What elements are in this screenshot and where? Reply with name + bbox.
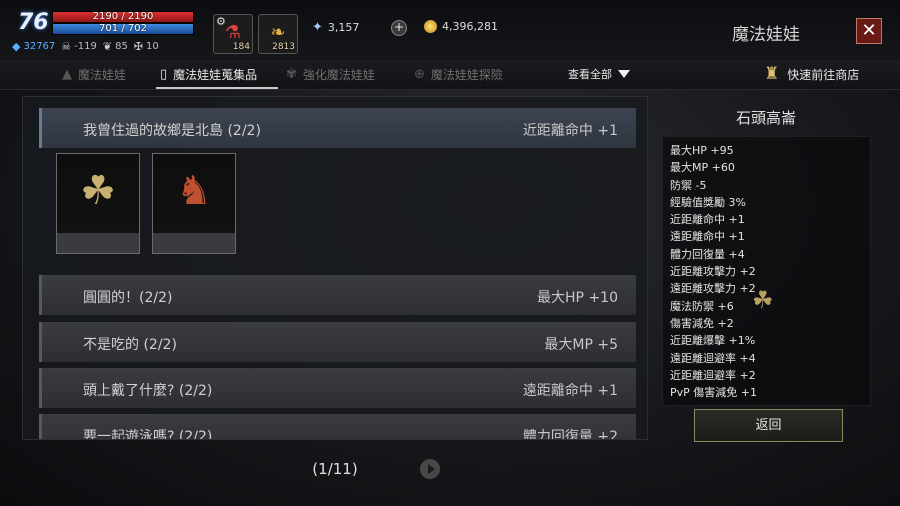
collection-title: 不是吃的 (2/2) <box>83 337 177 353</box>
hp-text: 2190 / 2190 <box>92 11 154 22</box>
detail-stat: 最大MP +60 <box>670 161 735 175</box>
tab-label: 魔法娃娃 <box>78 68 127 82</box>
doll-card[interactable]: ☘ <box>56 153 140 254</box>
collection-row[interactable]: 不是吃的 (2/2) 最大MP +5 <box>39 322 636 362</box>
stat-skull: ☠ -119 <box>61 40 97 53</box>
crystal-icon: ◆ <box>12 40 21 53</box>
tab-doll-collection[interactable]: ▯ 魔法娃娃蒐集品 <box>160 66 257 83</box>
fox-doll-icon: ♞ <box>176 168 212 214</box>
collection-bonus: 體力回復量 +2 <box>522 429 618 440</box>
doll-card[interactable]: ♞ <box>152 153 236 254</box>
stat-wings-value: 85 <box>115 41 128 52</box>
potion-slot[interactable]: ⚙ ⚗ 184 <box>213 14 253 54</box>
page-indicator: (1/11) <box>312 460 358 478</box>
collection-icon: ▯ <box>160 67 168 82</box>
collection-title: 我曾住過的故鄉是北島 (2/2) <box>83 123 261 139</box>
tab-doll-exploration[interactable]: ⊕ 魔法娃娃探險 <box>414 66 503 83</box>
detail-stat: 近距離迴避率 +2 <box>670 368 756 382</box>
next-page-button[interactable] <box>420 459 440 479</box>
detail-stat: 近距離攻擊力 +2 <box>670 265 756 279</box>
add-currency-button[interactable]: + <box>391 20 407 36</box>
detail-stat: 防禦 -5 <box>670 178 707 192</box>
gold-currency: 4,396,281 <box>424 20 498 33</box>
collection-row[interactable]: 圓圓的！(2/2) 最大HP +10 <box>39 275 636 315</box>
collection-row[interactable]: 要一起遊泳嗎? (2/2) 體力回復量 +2 <box>39 414 636 440</box>
detail-stat: 經驗值獎勵 3% <box>670 195 746 209</box>
view-all-dropdown[interactable]: 查看全部 <box>568 66 630 82</box>
coin-icon <box>424 20 437 33</box>
hp-bar: 2190 / 2190 <box>52 11 194 23</box>
potion-count: 184 <box>232 42 250 52</box>
detail-stat: 體力回復量 +4 <box>670 247 745 261</box>
feather-count: 2813 <box>272 42 295 52</box>
stat-crossbones: ✠ 10 <box>134 40 159 53</box>
stat-crystal: ◆ 32767 <box>12 40 55 53</box>
shop-link-label: 快速前往商店 <box>787 67 860 82</box>
collection-title: 要一起遊泳嗎? (2/2) <box>83 429 213 440</box>
crystal-icon: ✦ <box>312 20 323 35</box>
collection-title: 頭上戴了什麼? (2/2) <box>83 383 213 399</box>
collection-bonus: 遠距離命中 +1 <box>522 383 618 399</box>
detail-title: 石頭高崙 <box>735 109 796 127</box>
tab-label: 強化魔法娃娃 <box>302 68 375 82</box>
stat-crystal-value: 32767 <box>23 41 56 52</box>
view-all-label: 查看全部 <box>568 68 612 81</box>
hat-icon: ▲ <box>62 67 72 82</box>
detail-stats: 最大HP +95 最大MP +60 防禦 -5 經驗值獎勵 3% 近距離命中 +… <box>662 136 871 406</box>
player-level: 76 <box>18 10 49 35</box>
tab-label: 魔法娃娃蒐集品 <box>173 68 258 82</box>
potion-icon: ⚗ <box>224 22 242 43</box>
detail-stat: 最大HP +95 <box>670 144 734 157</box>
back-button[interactable]: 返回 <box>694 409 843 442</box>
stone-golem-doll-icon: ☘ <box>752 286 774 314</box>
active-tab-indicator <box>156 87 278 89</box>
tab-magic-dolls[interactable]: ▲ 魔法娃娃 <box>62 66 126 83</box>
collection-bonus: 近距離命中 +1 <box>522 123 618 139</box>
detail-stat: 近距離命中 +1 <box>670 213 745 227</box>
detail-stat: 遠距離命中 +1 <box>670 230 745 244</box>
shop-bag-icon: ♜ <box>764 64 780 84</box>
collection-row[interactable]: 頭上戴了什麼? (2/2) 遠距離命中 +1 <box>39 368 636 408</box>
detail-stat: PvP 傷害減免 +1 <box>670 386 757 400</box>
collection-list: 我曾住過的故鄉是北島 (2/2) 近距離命中 +1 ☘ ♞ 圓圓的！(2/2) … <box>22 96 648 440</box>
detail-stat: 傷害減免 +2 <box>670 316 734 330</box>
stone-golem-doll-icon: ☘ <box>80 168 116 214</box>
collection-bonus: 最大HP +10 <box>537 290 618 306</box>
wings-icon: ❦ <box>102 40 113 53</box>
gold-amount: 4,396,281 <box>442 20 498 33</box>
crystal-amount: 3,157 <box>327 21 360 34</box>
player-stats: ◆ 32767 ☠ -119 ❦ 85 ✠ 10 <box>12 40 159 53</box>
collection-row[interactable]: 我曾住過的故鄉是北島 (2/2) 近距離命中 +1 <box>39 108 636 148</box>
enhance-icon: ✾ <box>286 67 297 82</box>
tab-label: 魔法娃娃探險 <box>430 68 503 82</box>
mp-text: 701 / 702 <box>99 23 147 34</box>
stat-wings: ❦ 85 <box>103 40 128 53</box>
stat-crossbones-value: 10 <box>146 41 159 52</box>
detail-stat: 遠距離迴避率 +4 <box>670 351 756 365</box>
feather-slot[interactable]: ❧ 2813 <box>258 14 298 54</box>
mp-bar: 701 / 702 <box>52 23 194 35</box>
tab-enhance-doll[interactable]: ✾ 強化魔法娃娃 <box>286 66 375 83</box>
collection-title: 圓圓的！(2/2) <box>83 290 173 306</box>
detail-stat: 近距離爆擊 +1% <box>670 334 756 348</box>
collection-bonus: 最大MP +5 <box>544 337 618 353</box>
stat-skull-value: -119 <box>74 41 97 52</box>
skull-icon: ☠ <box>61 40 72 53</box>
go-to-shop-button[interactable]: ♜ 快速前往商店 <box>764 64 859 84</box>
explore-icon: ⊕ <box>414 67 425 82</box>
close-button[interactable]: ✕ <box>856 18 882 44</box>
chevron-down-icon <box>618 70 630 78</box>
feather-icon: ❧ <box>270 22 286 43</box>
window-title: 魔法娃娃 <box>732 25 800 45</box>
crossbones-icon: ✠ <box>133 40 144 53</box>
crystal-currency: ✦ 3,157 <box>312 20 359 35</box>
